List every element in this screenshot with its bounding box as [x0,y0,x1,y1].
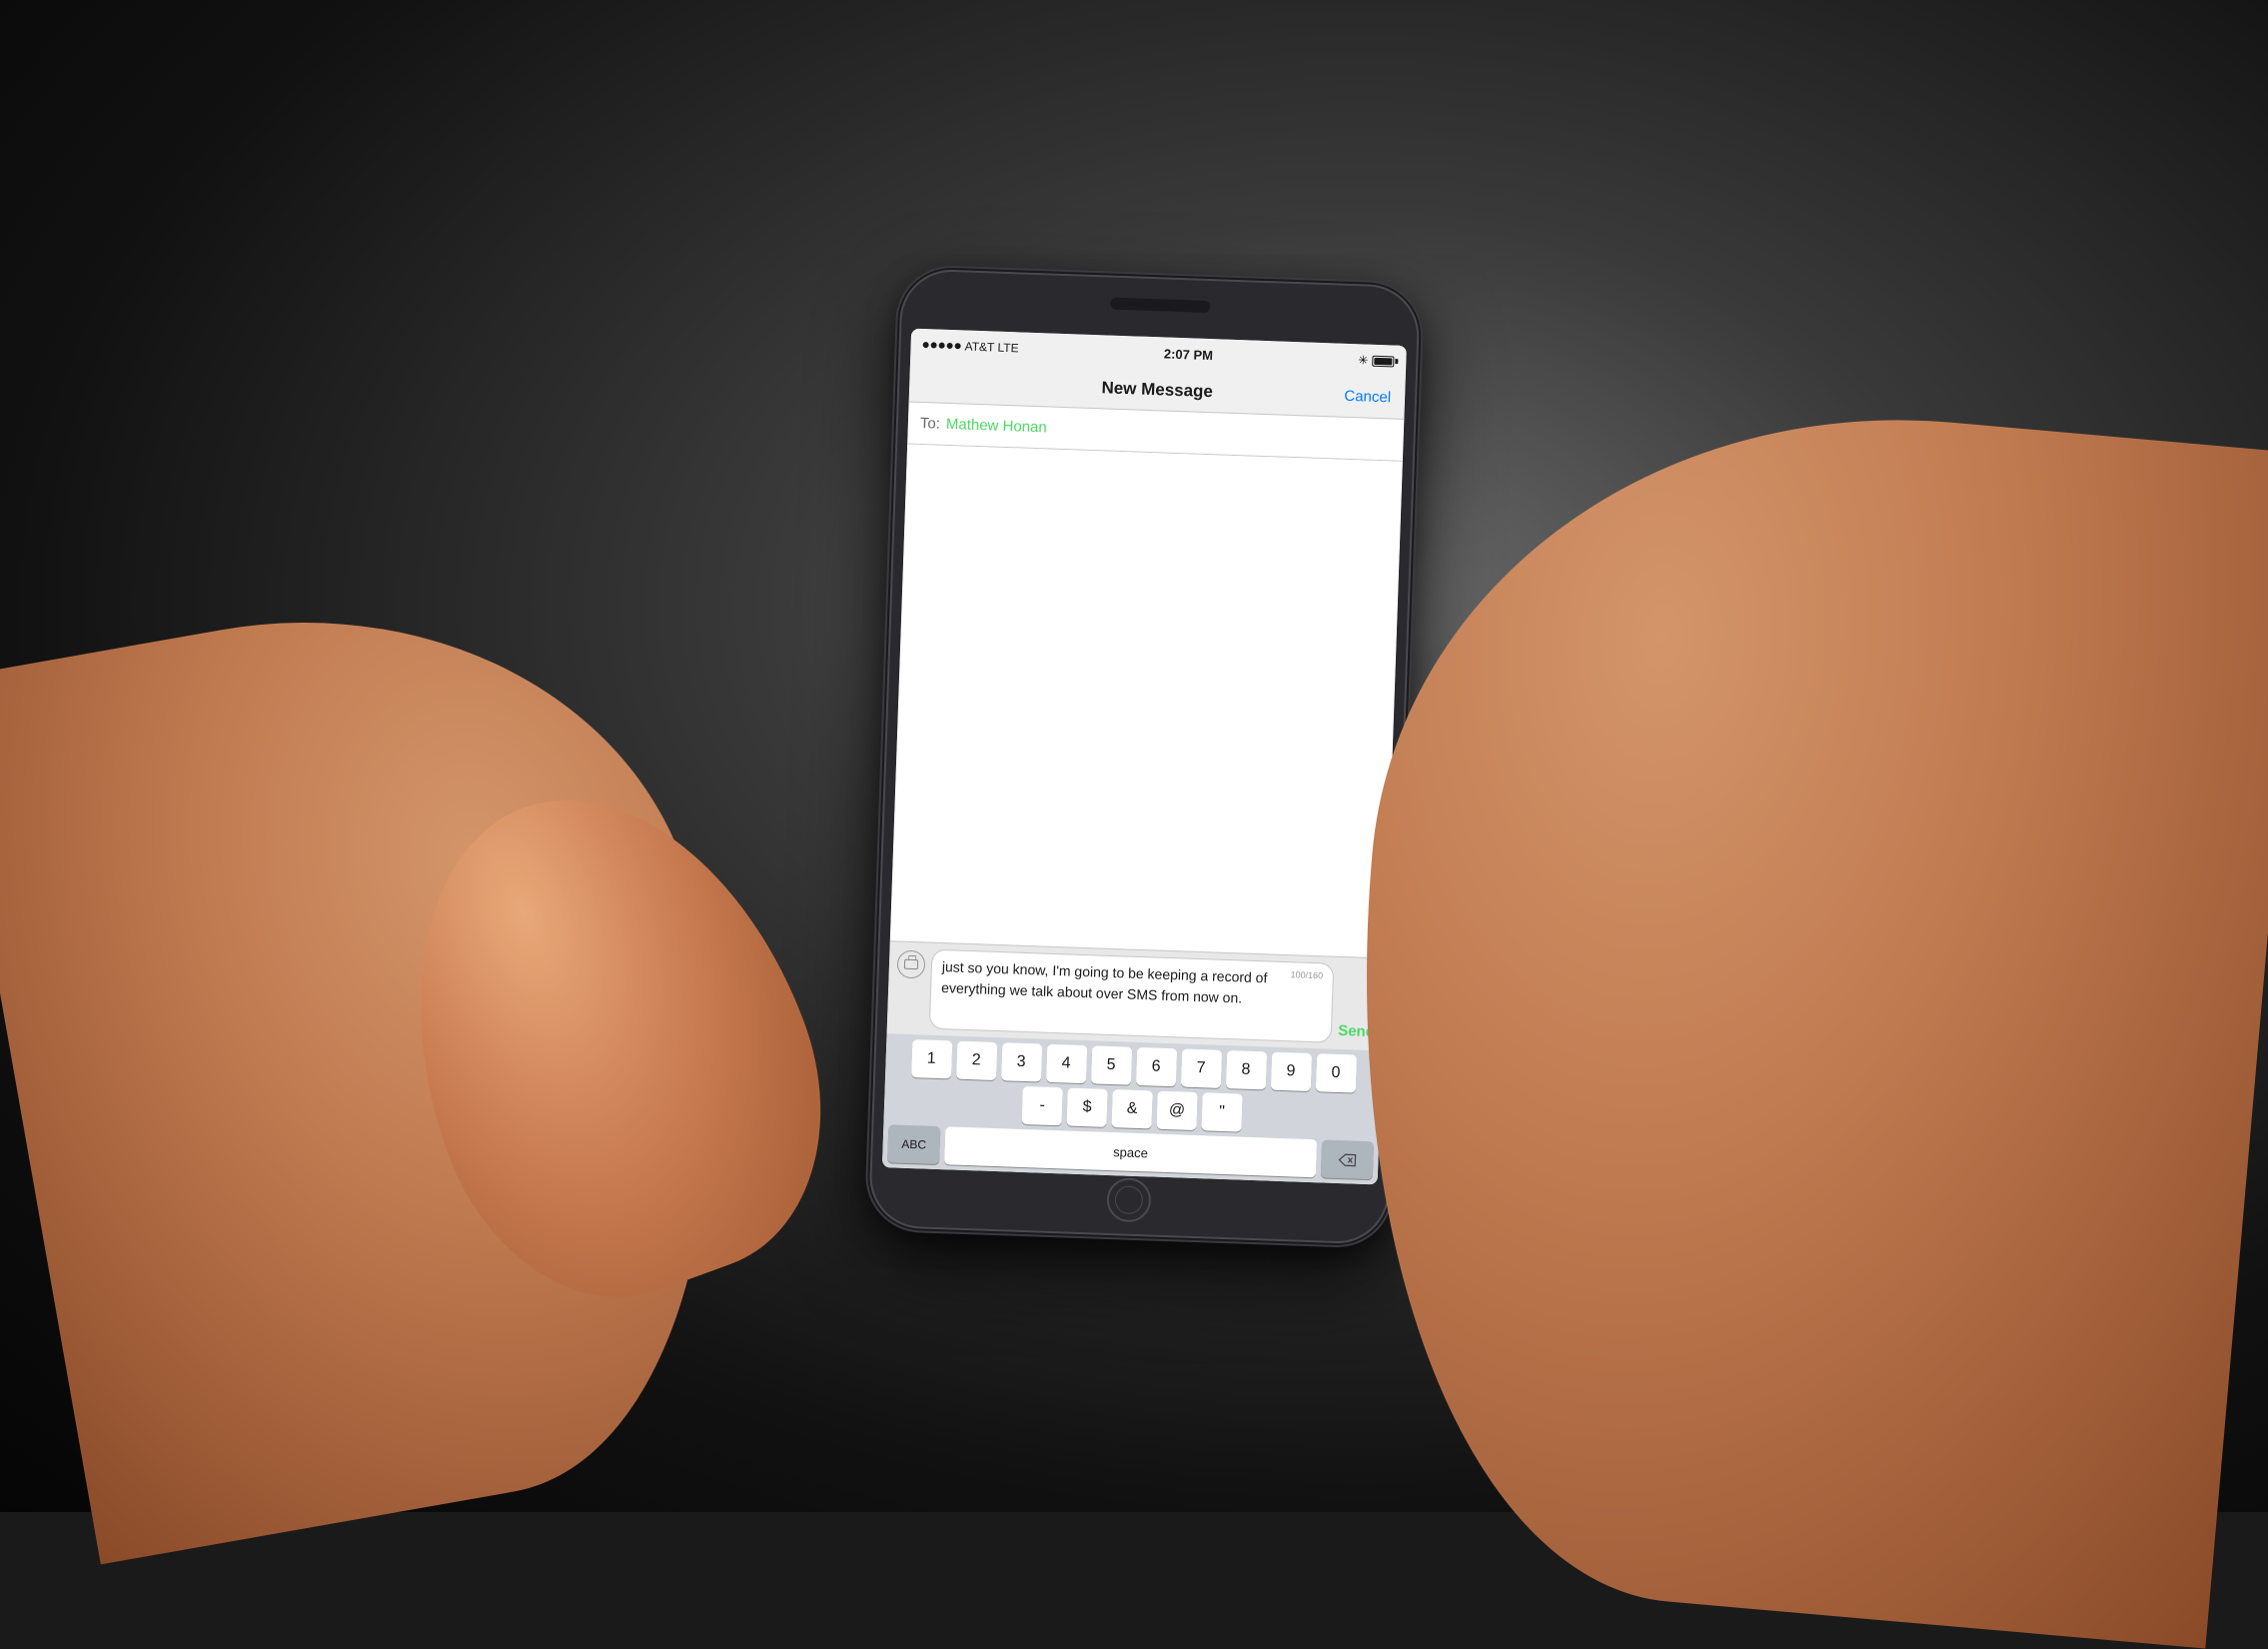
key-space[interactable]: space [944,1126,1317,1177]
status-time: 2:07 PM [1164,345,1214,362]
signal-dots [923,342,961,349]
key-2[interactable]: 2 [956,1040,997,1079]
camera-icon [904,958,918,968]
phone-wrapper: AT&T LTE 2:07 PM ✳ New Message Cancel To… [868,268,1421,1245]
char-count: 100/160 [1290,968,1323,982]
signal-dot-4 [947,342,953,348]
key-ampersand[interactable]: & [1111,1089,1152,1128]
carrier-label: AT&T LTE [964,339,1018,355]
bluetooth-icon: ✳ [1358,353,1369,367]
nav-title: New Message [1101,377,1213,401]
signal-dot-2 [931,342,937,348]
compose-area: 100/160 just so you know, I'm going to b… [882,940,1386,1184]
key-7[interactable]: 7 [1180,1048,1221,1087]
phone-device: AT&T LTE 2:07 PM ✳ New Message Cancel To… [868,268,1421,1245]
home-button[interactable] [1106,1176,1152,1222]
signal-dot-5 [955,343,961,349]
home-button-ring [1114,1185,1143,1214]
key-backspace[interactable] [1321,1139,1374,1179]
camera-button[interactable] [897,949,926,978]
keyboard: 1 2 3 4 5 6 7 8 9 0 - $ [882,1033,1382,1184]
battery-icon [1372,355,1394,367]
key-5[interactable]: 5 [1090,1045,1131,1084]
phone-screen: AT&T LTE 2:07 PM ✳ New Message Cancel To… [882,328,1407,1184]
signal-dot-3 [939,342,945,348]
key-9[interactable]: 9 [1270,1051,1311,1090]
key-at[interactable]: @ [1156,1090,1197,1129]
key-abc[interactable]: ABC [887,1124,940,1164]
key-dash[interactable]: - [1021,1085,1062,1124]
key-4[interactable]: 4 [1045,1043,1086,1082]
cancel-button[interactable]: Cancel [1344,387,1391,406]
signal-dot-1 [923,342,929,348]
key-dollar[interactable]: $ [1066,1087,1107,1126]
key-8[interactable]: 8 [1225,1050,1266,1089]
battery-fill [1374,357,1392,365]
to-label: To: [920,414,941,432]
key-3[interactable]: 3 [1000,1042,1041,1081]
recipient-name: Mathew Honan [946,415,1047,436]
backspace-icon [1338,1152,1356,1166]
key-quote[interactable]: " [1201,1092,1242,1131]
message-body [890,444,1403,957]
message-input[interactable]: 100/160 just so you know, I'm going to b… [929,948,1335,1042]
key-1[interactable]: 1 [911,1039,952,1078]
status-left: AT&T LTE [922,338,1018,355]
key-0[interactable]: 0 [1315,1053,1356,1092]
status-right: ✳ [1358,353,1395,368]
message-text: just so you know, I'm going to be keepin… [941,956,1324,1011]
compose-row: 100/160 just so you know, I'm going to b… [887,941,1386,1050]
key-6[interactable]: 6 [1135,1046,1176,1085]
phone-speaker [1110,297,1210,312]
